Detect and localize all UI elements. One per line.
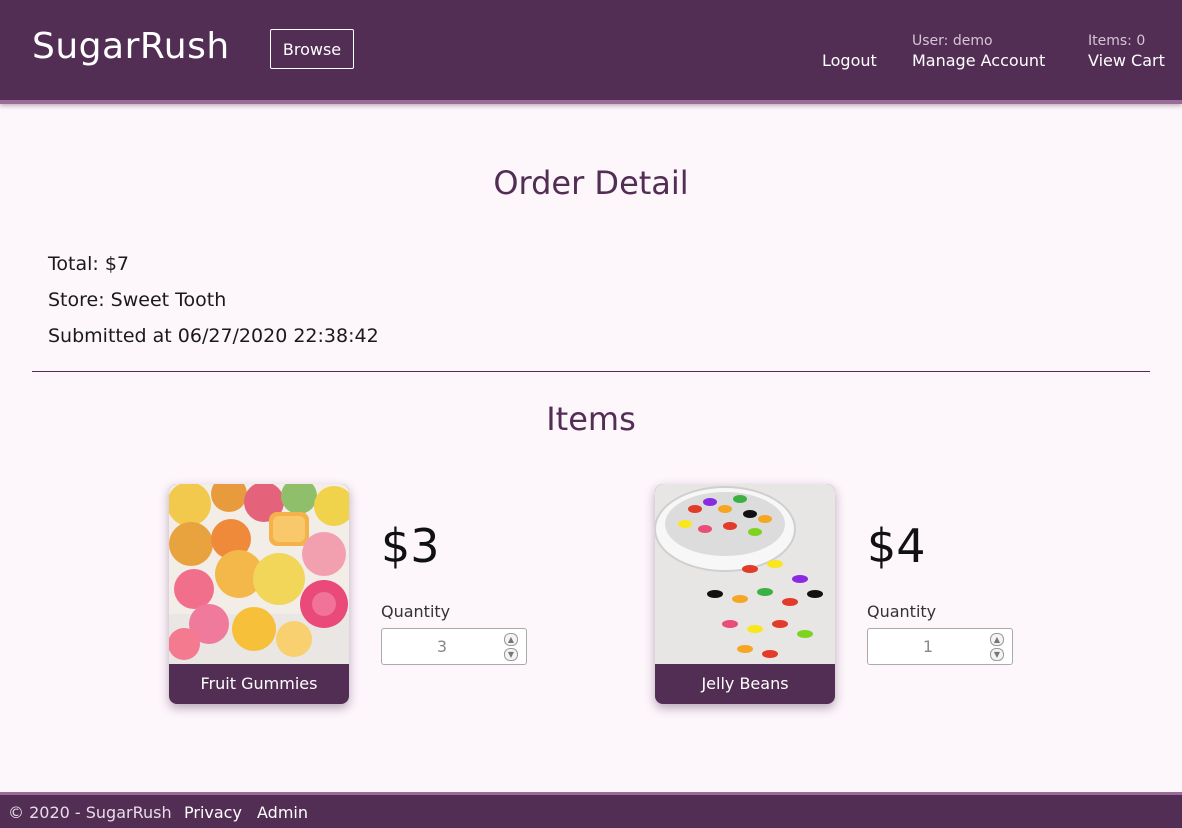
quantity-spinner[interactable]: ▲ ▼ (504, 633, 518, 661)
brand-logo-link[interactable]: SugarRush (32, 26, 230, 67)
order-store: Store: Sweet Tooth (48, 289, 227, 311)
section-divider (32, 371, 1150, 372)
product-card-fruit-gummies[interactable]: Fruit Gummies (169, 484, 349, 704)
increment-icon[interactable]: ▲ (504, 633, 518, 646)
product-card-jelly-beans[interactable]: Jelly Beans (655, 484, 835, 704)
items-heading: Items (546, 400, 636, 438)
quantity-label: Quantity (867, 602, 937, 621)
quantity-label: Quantity (381, 602, 451, 621)
decrement-icon[interactable]: ▼ (504, 648, 518, 661)
product-name: Jelly Beans (701, 674, 789, 693)
page-title: Order Detail (493, 164, 689, 202)
user-name-text: User: demo (912, 33, 993, 49)
logout-link[interactable]: Logout (822, 51, 877, 70)
top-navbar: SugarRush Browse Logout User: demo Manag… (0, 0, 1182, 104)
privacy-link[interactable]: Privacy (184, 803, 242, 822)
increment-icon[interactable]: ▲ (990, 633, 1004, 646)
quantity-spinner[interactable]: ▲ ▼ (990, 633, 1004, 661)
view-cart-link[interactable]: View Cart (1088, 51, 1165, 70)
order-submitted-time: Submitted at 06/27/2020 22:38:42 (48, 325, 379, 347)
order-total: Total: $7 (48, 253, 129, 275)
manage-account-link[interactable]: Manage Account (912, 51, 1045, 70)
footer: © 2020 - SugarRush Privacy Admin (0, 792, 1182, 828)
fruit-gummies-image (169, 484, 349, 664)
browse-button[interactable]: Browse (270, 29, 354, 69)
decrement-icon[interactable]: ▼ (990, 648, 1004, 661)
item-price: $3 (381, 519, 440, 573)
cart-items-count: Items: 0 (1088, 33, 1146, 49)
admin-link[interactable]: Admin (257, 803, 308, 822)
copyright-text: © 2020 - SugarRush (8, 803, 172, 822)
product-name: Fruit Gummies (200, 674, 318, 693)
jelly-beans-image (655, 484, 835, 664)
item-price: $4 (867, 519, 926, 573)
